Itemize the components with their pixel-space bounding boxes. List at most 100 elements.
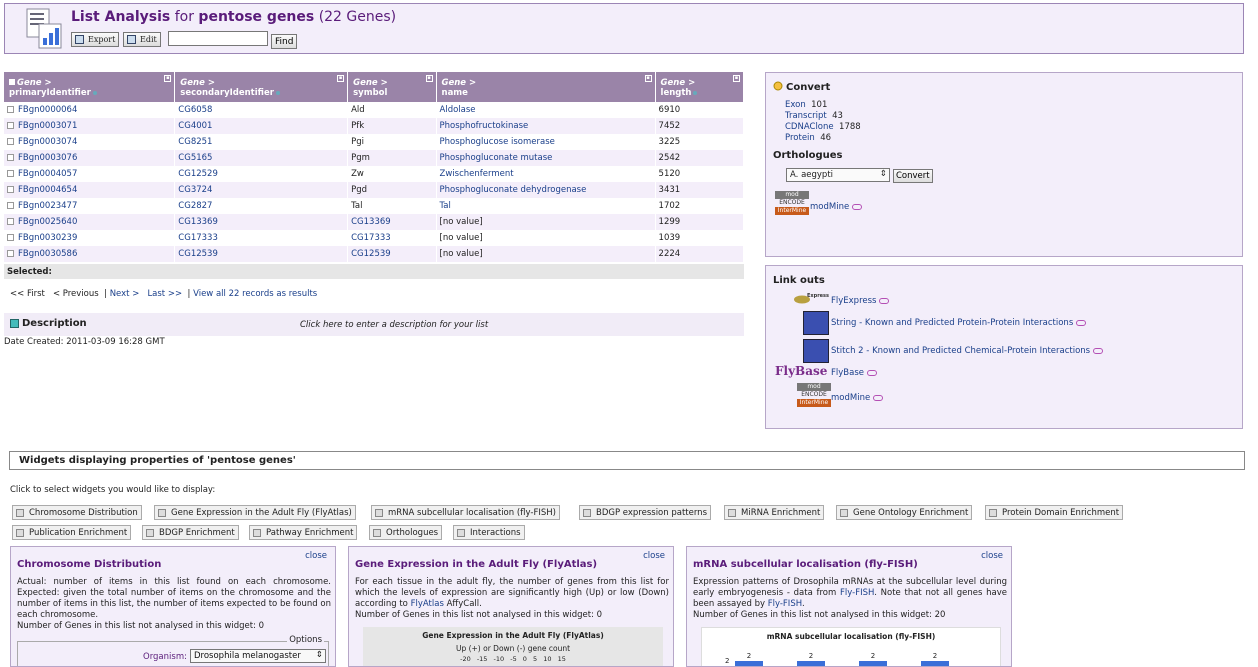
bar[interactable] [797, 661, 825, 666]
column-header-secondaryIdentifier[interactable]: Gene > secondaryIdentifier ▪ [174, 72, 349, 102]
column-header-primaryIdentifier[interactable]: Gene > primaryIdentifier ▪ [4, 72, 176, 102]
widget-toggle-button[interactable]: Gene Expression in the Adult Fly (FlyAtl… [154, 505, 356, 520]
widget-toggle-button[interactable]: Protein Domain Enrichment [985, 505, 1124, 520]
row-checkbox[interactable] [7, 202, 14, 209]
stitch-link[interactable]: Stitch 2 - Known and Predicted Chemical-… [831, 346, 1104, 356]
cell-value[interactable]: Phosphofructokinase [440, 121, 529, 131]
modmine-link[interactable]: modMine [831, 393, 884, 403]
column-menu-icon[interactable]: ▪ [337, 75, 345, 82]
widget-toggle-button[interactable]: BDGP expression patterns [579, 505, 712, 520]
widget-toggle-button[interactable]: mRNA subcellular localisation (fly-FISH) [371, 505, 560, 520]
bar[interactable] [735, 661, 763, 666]
export-button[interactable]: Export [71, 32, 120, 47]
cell-value[interactable]: Zwischenferment [440, 169, 514, 179]
sort-icon[interactable] [275, 91, 280, 95]
close-button[interactable]: close [643, 551, 665, 561]
cell-value[interactable]: Aldolase [440, 105, 476, 115]
pager-first[interactable]: << First [10, 289, 45, 299]
pager-last[interactable]: Last >> [147, 289, 182, 299]
widget-toggle-button[interactable]: MiRNA Enrichment [724, 505, 825, 520]
cell-value[interactable]: Tal [440, 201, 451, 211]
sort-icon[interactable] [693, 91, 698, 95]
orthologue-convert-button[interactable]: Convert [893, 169, 933, 183]
bar[interactable] [921, 661, 949, 666]
cell-value[interactable]: CG4001 [178, 121, 212, 131]
widget-toggle-button[interactable]: BDGP Enrichment [142, 525, 239, 540]
fly-fish-link[interactable]: Fly-FISH [768, 599, 802, 609]
column-header-length[interactable]: Gene > length ▪ [655, 72, 745, 102]
table-cell: Phosphogluconate dehydrogenase [436, 182, 656, 198]
row-checkbox[interactable] [7, 234, 14, 241]
row-checkbox[interactable] [7, 218, 14, 225]
cell-value[interactable]: CG12529 [178, 169, 218, 179]
row-checkbox[interactable] [7, 106, 14, 113]
widget-toggle-button[interactable]: Orthologues [369, 525, 443, 540]
convert-protein[interactable]: Protein 46 [785, 133, 831, 143]
cell-value[interactable]: CG2827 [178, 201, 212, 211]
cell-value[interactable]: FBgn0004057 [18, 169, 77, 179]
cell-value[interactable]: CG12539 [351, 249, 391, 259]
pager-previous[interactable]: < Previous [53, 289, 99, 299]
select-all-checkbox[interactable] [9, 79, 15, 85]
column-header-name[interactable]: Gene > name ▪ [436, 72, 656, 102]
flyatlas-link[interactable]: FlyAtlas [411, 599, 444, 609]
fly-fish-link[interactable]: Fly-FISH [840, 588, 874, 598]
row-checkbox[interactable] [7, 138, 14, 145]
cell-value[interactable]: CG13369 [351, 217, 391, 227]
cell-value[interactable]: FBgn0003076 [18, 153, 77, 163]
cell-value[interactable]: CG5165 [178, 153, 212, 163]
cell-value[interactable]: CG12539 [178, 249, 218, 259]
cell-value[interactable]: CG13369 [178, 217, 218, 227]
column-menu-icon[interactable]: ▪ [425, 75, 433, 82]
cell-value[interactable]: CG3724 [178, 185, 212, 195]
cell-value[interactable]: FBgn0023477 [18, 201, 77, 211]
string-link[interactable]: String - Known and Predicted Protein-Pro… [831, 318, 1087, 328]
edit-button[interactable]: Edit [123, 32, 161, 47]
column-menu-icon[interactable]: ▪ [164, 75, 172, 82]
convert-exon[interactable]: Exon 101 [785, 100, 827, 110]
row-checkbox[interactable] [7, 170, 14, 177]
bar[interactable] [859, 661, 887, 666]
cell-value[interactable]: FBgn0000064 [18, 105, 77, 115]
row-checkbox[interactable] [7, 250, 14, 257]
widget-toggle-button[interactable]: Gene Ontology Enrichment [836, 505, 973, 520]
column-header-symbol[interactable]: Gene > symbol ▪ [347, 72, 437, 102]
column-menu-icon[interactable]: ▪ [644, 75, 652, 82]
cell-value[interactable]: CG17333 [351, 233, 391, 243]
widget-toggle-button[interactable]: Pathway Enrichment [249, 525, 358, 540]
view-all-link[interactable]: View all 22 records as results [193, 289, 317, 299]
organism-select[interactable]: Drosophila melanogaster ⇕ [190, 649, 326, 663]
row-checkbox[interactable] [7, 122, 14, 129]
cell-value[interactable]: FBgn0025640 [18, 217, 77, 227]
widget-toggle-button[interactable]: Publication Enrichment [12, 525, 132, 540]
cell-value[interactable]: Phosphogluconate mutase [440, 153, 553, 163]
cell-value[interactable]: CG17333 [178, 233, 218, 243]
cell-value[interactable]: CG8251 [178, 137, 212, 147]
description-edit[interactable]: Click here to enter a description for yo… [300, 320, 488, 330]
flybase-link[interactable]: FlyBase [831, 368, 877, 378]
sort-icon[interactable] [92, 91, 97, 95]
row-checkbox[interactable] [7, 154, 14, 161]
pager-next[interactable]: Next > [110, 289, 140, 299]
flyexpress-link[interactable]: FlyExpress [831, 296, 890, 306]
close-button[interactable]: close [305, 551, 327, 561]
cell-value[interactable]: FBgn0030239 [18, 233, 77, 243]
widget-toggle-button[interactable]: Chromosome Distribution [12, 505, 142, 520]
modmine-convert-link[interactable]: modMine [810, 202, 863, 212]
column-menu-icon[interactable]: ▪ [733, 75, 740, 82]
close-button[interactable]: close [981, 551, 1003, 561]
find-input[interactable] [168, 31, 268, 46]
convert-transcript[interactable]: Transcript 43 [785, 111, 843, 121]
cell-value[interactable]: FBgn0004654 [18, 185, 77, 195]
orthologue-organism-select[interactable]: A. aegypti ⇕ [786, 168, 890, 182]
cell-value[interactable]: FBgn0030586 [18, 249, 77, 259]
find-button[interactable]: Find [271, 34, 298, 49]
convert-cdnaclone[interactable]: CDNAClone 1788 [785, 122, 861, 132]
cell-value[interactable]: CG6058 [178, 105, 212, 115]
cell-value[interactable]: FBgn0003071 [18, 121, 77, 131]
row-checkbox[interactable] [7, 186, 14, 193]
cell-value[interactable]: Phosphogluconate dehydrogenase [440, 185, 587, 195]
cell-value[interactable]: FBgn0003074 [18, 137, 77, 147]
widget-toggle-button[interactable]: Interactions [453, 525, 525, 540]
cell-value[interactable]: Phosphoglucose isomerase [440, 137, 555, 147]
